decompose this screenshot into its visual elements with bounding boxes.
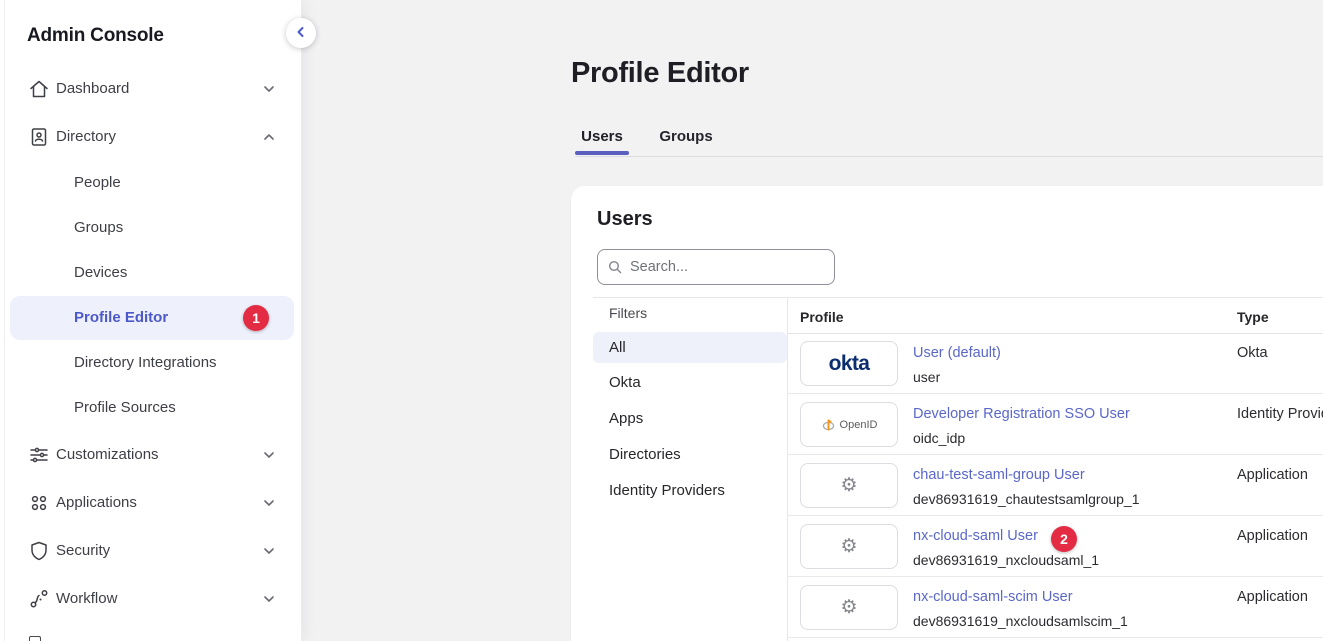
- chevron-up-icon: [261, 129, 277, 145]
- sidebar-item-workflow[interactable]: Workflow: [0, 581, 301, 617]
- table-row: okta User (default) user Okta: [787, 333, 1323, 394]
- gear-icon: ⚙: [800, 585, 898, 630]
- users-panel: Users Filters All Okta Apps Directories …: [571, 186, 1323, 641]
- filter-directories[interactable]: Directories: [609, 446, 681, 464]
- profile-type: Application: [1237, 528, 1308, 544]
- filter-apps[interactable]: Apps: [609, 410, 643, 428]
- filter-all[interactable]: All: [593, 332, 787, 363]
- gear-glyph: ⚙: [840, 476, 857, 495]
- sidebar-item-label: Dashboard: [56, 80, 129, 97]
- filter-okta[interactable]: Okta: [609, 374, 641, 392]
- profile-link[interactable]: nx-cloud-saml-scim User: [913, 589, 1073, 605]
- table-row: OpenID Developer Registration SSO User o…: [787, 394, 1323, 455]
- sidebar-item-label: Directory Integrations: [74, 354, 217, 371]
- table-row: ⚙ nx-cloud-saml User 2 dev86931619_nxclo…: [787, 516, 1323, 577]
- app-grid-icon: [27, 491, 51, 515]
- column-header-type: Type: [1237, 309, 1269, 325]
- profile-id: dev86931619_nxcloudsamlscim_1: [913, 613, 1128, 629]
- profile-link[interactable]: chau-test-saml-group User: [913, 467, 1085, 483]
- sidebar-item-label: Profile Sources: [74, 399, 176, 416]
- sidebar-item-dashboard[interactable]: Dashboard: [0, 71, 301, 107]
- profile-link[interactable]: nx-cloud-saml User: [913, 528, 1038, 544]
- sidebar-item-groups[interactable]: Groups: [0, 210, 301, 246]
- divider: [593, 297, 1323, 298]
- id-badge-icon: [27, 125, 51, 149]
- sidebar-item-label: People: [74, 174, 121, 191]
- chevron-down-icon: [261, 81, 277, 97]
- profile-type: Identity Provider: [1237, 406, 1323, 422]
- tabs-divider: [575, 156, 1323, 157]
- annotation-badge-2: 2: [1051, 526, 1077, 552]
- column-header-profile: Profile: [800, 309, 844, 325]
- profile-id: dev86931619_chautestsamlgroup_1: [913, 491, 1140, 507]
- profile-type: Okta: [1237, 345, 1268, 361]
- workflow-icon: [27, 587, 51, 611]
- page-title: Profile Editor: [571, 57, 749, 90]
- profile-type: Application: [1237, 589, 1308, 605]
- filter-identity-providers[interactable]: Identity Providers: [609, 482, 725, 500]
- table-row: ⚙ chau-test-saml-group User dev86931619_…: [787, 455, 1323, 516]
- openid-logo-text: OpenID: [840, 419, 878, 431]
- filters-label: Filters: [609, 305, 647, 321]
- profile-link[interactable]: User (default): [913, 345, 1001, 361]
- chevron-down-icon: [261, 591, 277, 607]
- search-icon: [608, 260, 622, 274]
- sidebar-item-label: Directory: [56, 128, 116, 145]
- screen: Admin Console Dashboard Directory People: [0, 0, 1323, 641]
- home-icon: [27, 77, 51, 101]
- sidebar-item-customizations[interactable]: Customizations: [0, 437, 301, 473]
- shield-icon: [27, 539, 51, 563]
- chevron-down-icon: [261, 543, 277, 559]
- chevron-down-icon: [261, 495, 277, 511]
- sidebar-item-security[interactable]: Security: [0, 533, 301, 569]
- app-title: Admin Console: [27, 25, 164, 47]
- sidebar-item-directory-integrations[interactable]: Directory Integrations: [0, 345, 301, 381]
- sidebar-item-profile-editor[interactable]: Profile Editor 1: [10, 296, 294, 340]
- chevron-left-icon: [293, 24, 309, 43]
- sidebar-item-label: Applications: [56, 494, 137, 511]
- profile-id: oidc_idp: [913, 430, 965, 446]
- sidebar-item-label: Security: [56, 542, 110, 559]
- search-input[interactable]: [597, 249, 835, 285]
- profile-type: Application: [1237, 467, 1308, 483]
- sidebar-item-label: Devices: [74, 264, 127, 281]
- sidebar-item-profile-sources[interactable]: Profile Sources: [0, 390, 301, 426]
- sidebar-item-devices[interactable]: Devices: [0, 255, 301, 291]
- table-row: ⚙ nx-cloud-saml-scim User dev86931619_nx…: [787, 577, 1323, 638]
- openid-logo: OpenID: [800, 402, 898, 447]
- okta-logo: okta: [800, 341, 898, 386]
- gear-glyph: ⚙: [840, 537, 857, 556]
- sidebar-item-people[interactable]: People: [0, 165, 301, 201]
- main-content: Profile Editor Users Groups Users Filter…: [301, 0, 1323, 641]
- profile-link[interactable]: Developer Registration SSO User: [913, 406, 1130, 422]
- annotation-badge-1: 1: [243, 305, 269, 331]
- gear-icon: ⚙: [800, 524, 898, 569]
- sidebar-item-applications[interactable]: Applications: [0, 485, 301, 521]
- users-panel-title: Users: [597, 208, 653, 231]
- sidebar: Admin Console Dashboard Directory People: [0, 0, 301, 641]
- sidebar-item-label: Profile Editor: [74, 309, 168, 326]
- sidebar-item-directory[interactable]: Directory: [0, 119, 301, 155]
- sidebar-collapse-button[interactable]: [286, 18, 316, 48]
- tab-users[interactable]: Users: [575, 128, 629, 145]
- partial-bottom-icon: [29, 636, 41, 641]
- sidebar-item-label: Workflow: [56, 590, 117, 607]
- gear-glyph: ⚙: [840, 598, 857, 617]
- search-box: [597, 249, 835, 285]
- active-tab-underline: [575, 151, 629, 155]
- chevron-down-icon: [261, 447, 277, 463]
- openid-glyph-icon: [821, 417, 836, 432]
- sidebar-item-label: Customizations: [56, 446, 159, 463]
- okta-logo-text: okta: [829, 352, 870, 376]
- profile-id: user: [913, 369, 940, 385]
- gear-icon: ⚙: [800, 463, 898, 508]
- tab-groups[interactable]: Groups: [653, 128, 719, 145]
- sliders-icon: [27, 443, 51, 467]
- profile-id: dev86931619_nxcloudsaml_1: [913, 552, 1099, 568]
- sidebar-item-label: Groups: [74, 219, 123, 236]
